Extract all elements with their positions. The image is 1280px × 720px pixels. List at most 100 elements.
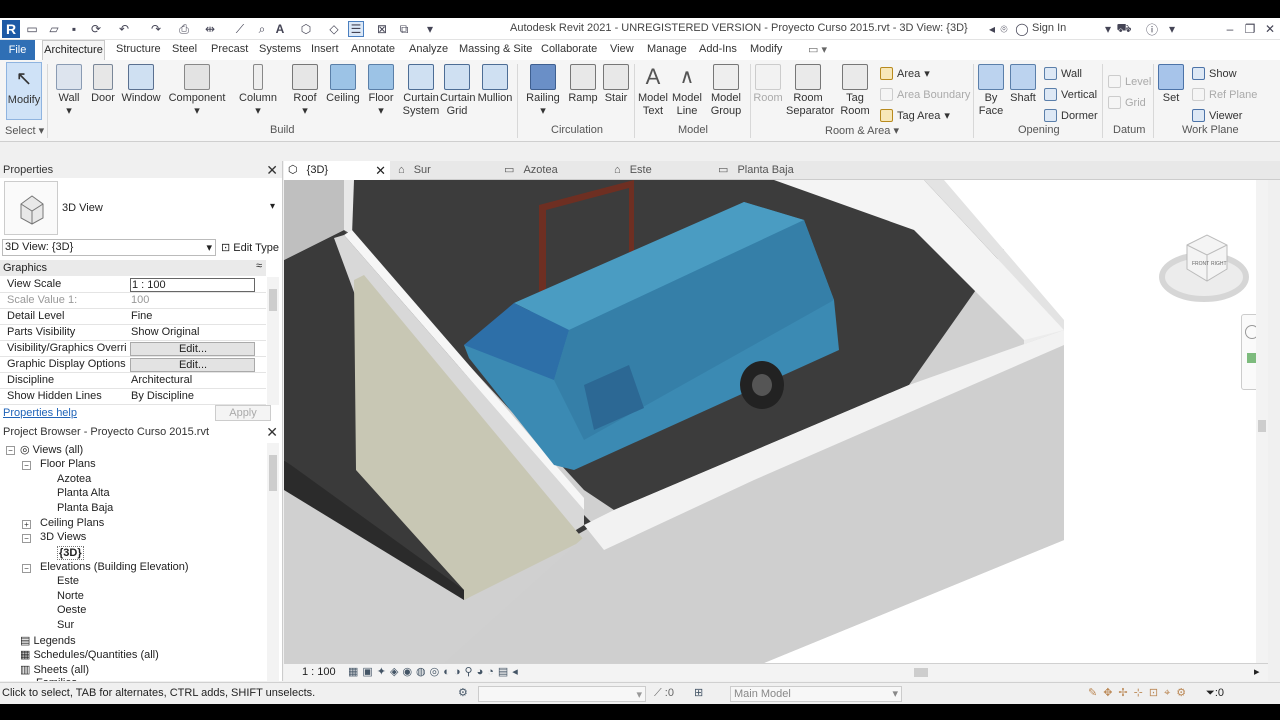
redo-icon[interactable]: ↷	[148, 21, 164, 37]
ref-plane-button[interactable]: Ref Plane	[1192, 88, 1257, 101]
view-controls-icons[interactable]: ▦▣✦◈◉◍◎◐◑⚲◕◔▤◂	[348, 665, 522, 678]
binoculars-icon[interactable]: ⌾	[996, 21, 1012, 37]
close-hidden-icon[interactable]: ⊠	[374, 21, 390, 37]
tree-families[interactable]: Families	[36, 677, 77, 681]
area-button[interactable]: Area ▾	[880, 67, 930, 80]
3d-view-canvas[interactable]: FRONT RIGHT	[284, 180, 1268, 663]
tab-modify[interactable]: Modify	[750, 43, 782, 55]
viewcube-front[interactable]: FRONT	[1192, 261, 1209, 267]
tab-file[interactable]: File	[0, 40, 35, 60]
roof-button[interactable]: Roof ▾	[288, 64, 322, 118]
tree-elevations[interactable]: Elevations (Building Elevation)	[40, 561, 189, 573]
hidden-lines-value[interactable]: By Discipline	[130, 390, 255, 404]
gdo-edit-button[interactable]: Edit...	[130, 358, 255, 372]
tree-oeste[interactable]: Oeste	[57, 604, 86, 616]
help-dropdown-icon[interactable]: ▾	[1164, 21, 1180, 37]
sign-in-link[interactable]: Sign In	[1032, 22, 1066, 34]
tag-icon[interactable]: ⌕	[254, 21, 270, 37]
vertical-opening-button[interactable]: Vertical	[1044, 88, 1097, 101]
tab-annotate[interactable]: Annotate	[351, 43, 395, 55]
graphics-section[interactable]: Graphics ≈	[0, 260, 266, 276]
mullion-button[interactable]: Mullion	[476, 64, 514, 105]
tab-systems[interactable]: Systems	[259, 43, 301, 55]
viewcube-right[interactable]: RIGHT	[1211, 261, 1227, 267]
group-room-area[interactable]: Room & Area ▾	[825, 124, 899, 137]
tree-3d-selected[interactable]: {3D}	[57, 546, 84, 560]
scroll-right-icon[interactable]: ▸	[1254, 665, 1260, 678]
shaft-button[interactable]: Shaft	[1008, 64, 1038, 105]
folder-icon[interactable]: ▱	[46, 21, 62, 37]
collapse-toggle[interactable]: −	[22, 564, 31, 573]
tab-analyze[interactable]: Analyze	[409, 43, 448, 55]
tree-planta-baja[interactable]: Planta Baja	[57, 502, 113, 514]
dimension-icon[interactable]: ⟋	[232, 21, 248, 37]
viewcube[interactable]: FRONT RIGHT	[1159, 225, 1249, 305]
tab-structure[interactable]: Structure	[116, 43, 161, 55]
ramp-button[interactable]: Ramp	[566, 64, 600, 105]
restore-icon[interactable]: ❐	[1242, 21, 1258, 37]
tree-3d-views[interactable]: 3D Views	[40, 531, 86, 543]
room-separator-button[interactable]: Room Separator	[786, 64, 834, 118]
revit-logo[interactable]: R	[2, 20, 20, 38]
level-button[interactable]: Level	[1108, 75, 1151, 88]
show-workplane-button[interactable]: Show	[1192, 67, 1237, 80]
scroll-thumb[interactable]	[269, 455, 277, 491]
canvas-scrollbar-v[interactable]	[1256, 180, 1268, 663]
view-scale-control[interactable]: 1 : 100	[302, 666, 336, 678]
tree-floor-plans[interactable]: Floor Plans	[40, 458, 96, 470]
scroll-thumb[interactable]	[269, 289, 277, 311]
design-option-dropdown[interactable]: Main Model ▾	[730, 686, 902, 702]
by-face-button[interactable]: By Face	[976, 64, 1006, 118]
tree-ceiling-plans[interactable]: Ceiling Plans	[40, 517, 104, 529]
ribbon-minimize-icon[interactable]: ▭ ▾	[808, 43, 827, 56]
cart-icon[interactable]: ⛟	[1116, 21, 1132, 37]
tab-precast[interactable]: Precast	[211, 43, 248, 55]
curtain-system-button[interactable]: Curtain System	[402, 64, 440, 118]
collapse-toggle[interactable]: −	[22, 461, 31, 470]
expand-toggle[interactable]: +	[22, 520, 31, 529]
tag-room-button[interactable]: Tag Room	[838, 64, 872, 118]
discipline-value[interactable]: Architectural	[130, 374, 255, 388]
tree-este[interactable]: Este	[57, 575, 79, 587]
tag-area-button[interactable]: Tag Area ▾	[880, 109, 950, 122]
signin-dropdown-icon[interactable]: ▾	[1100, 21, 1116, 37]
scroll-thumb[interactable]	[1258, 420, 1266, 432]
open-icon[interactable]: ▭	[24, 21, 40, 37]
design-options-icon[interactable]: ⊞	[694, 686, 703, 699]
model-line-button[interactable]: ∧ Model Line	[670, 64, 704, 118]
close-icon[interactable]: ✕	[266, 424, 278, 441]
tab-massing-site[interactable]: Massing & Site	[459, 43, 532, 55]
tree-sur[interactable]: Sur	[57, 619, 74, 631]
type-selector-dropdown[interactable]: ▾	[270, 201, 275, 212]
tab-este[interactable]: ⌂ Este	[610, 161, 652, 180]
set-workplane-button[interactable]: Set	[1158, 64, 1184, 105]
tab-planta-baja[interactable]: ▭ Planta Baja	[714, 161, 794, 180]
modify-button[interactable]: ↖ Modify	[6, 62, 42, 120]
curtain-grid-button[interactable]: Curtain Grid	[440, 64, 475, 118]
column-button[interactable]: Column ▾	[238, 64, 278, 118]
parts-visibility-value[interactable]: Show Original	[130, 326, 255, 340]
component-button[interactable]: Component ▾	[168, 64, 226, 118]
tab-view[interactable]: View	[610, 43, 634, 55]
tree-sheets[interactable]: ▥ Sheets (all)	[20, 663, 89, 676]
3d-view-icon[interactable]: ⬡	[298, 21, 314, 37]
close-icon[interactable]: ✕	[266, 162, 278, 179]
tree-legends[interactable]: ▤ Legends	[20, 634, 76, 647]
close-tab-icon[interactable]: ✕	[375, 161, 386, 180]
worksets-icon[interactable]: ⚙	[458, 686, 468, 699]
save-icon[interactable]: ▪	[66, 21, 82, 37]
measure-icon[interactable]: ⇹	[202, 21, 218, 37]
tab-manage[interactable]: Manage	[647, 43, 687, 55]
dormer-button[interactable]: Dormer	[1044, 109, 1098, 122]
tab-architecture[interactable]: Architecture	[42, 40, 105, 60]
area-boundary-button[interactable]: Area Boundary	[880, 88, 970, 101]
stair-button[interactable]: Stair	[600, 64, 632, 105]
tab-steel[interactable]: Steel	[172, 43, 197, 55]
tree-norte[interactable]: Norte	[57, 590, 84, 602]
canvas-scrollbar-h[interactable]	[914, 668, 928, 677]
tree-azotea[interactable]: Azotea	[57, 473, 91, 485]
floor-button[interactable]: Floor ▾	[364, 64, 398, 118]
railing-button[interactable]: Railing ▾	[522, 64, 564, 118]
switch-windows-icon[interactable]: ⧉	[396, 21, 412, 37]
tab-3d-view[interactable]: ⬡ {3D} ✕	[284, 161, 390, 180]
